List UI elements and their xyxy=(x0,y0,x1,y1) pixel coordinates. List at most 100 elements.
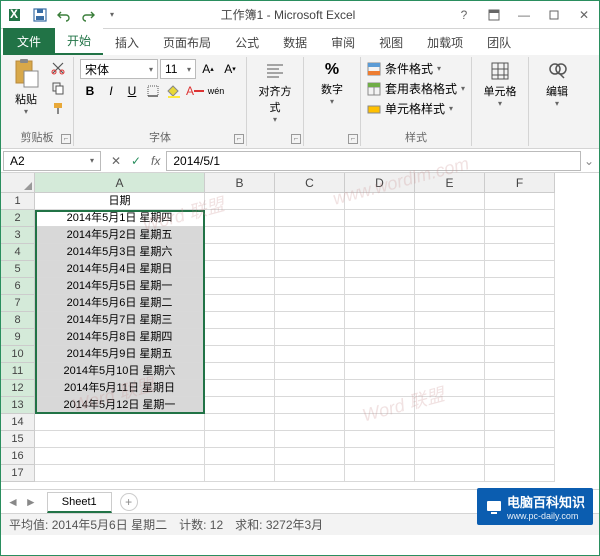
cell[interactable] xyxy=(345,380,415,397)
cell[interactable] xyxy=(345,414,415,431)
add-sheet-button[interactable]: + xyxy=(120,493,138,511)
excel-icon[interactable]: X xyxy=(5,4,27,26)
sheet-nav-next[interactable]: ► xyxy=(25,495,37,509)
col-header-d[interactable]: D xyxy=(345,173,415,193)
tab-insert[interactable]: 插入 xyxy=(103,30,151,55)
cell[interactable] xyxy=(415,397,485,414)
tab-team[interactable]: 团队 xyxy=(475,30,523,55)
row-header[interactable]: 14 xyxy=(1,414,35,431)
cell[interactable] xyxy=(345,295,415,312)
cell[interactable] xyxy=(345,448,415,465)
tab-pagelayout[interactable]: 页面布局 xyxy=(151,30,223,55)
cell[interactable] xyxy=(485,312,555,329)
cell[interactable] xyxy=(485,448,555,465)
conditional-format-button[interactable]: 条件格式▾ xyxy=(367,59,465,78)
cell[interactable] xyxy=(415,329,485,346)
cell[interactable] xyxy=(415,312,485,329)
cell[interactable] xyxy=(415,227,485,244)
undo-button[interactable] xyxy=(53,4,75,26)
col-header-e[interactable]: E xyxy=(415,173,485,193)
cell[interactable] xyxy=(485,261,555,278)
row-header[interactable]: 11 xyxy=(1,363,35,380)
row-header[interactable]: 16 xyxy=(1,448,35,465)
cell[interactable] xyxy=(485,210,555,227)
cell[interactable] xyxy=(485,380,555,397)
tab-home[interactable]: 开始 xyxy=(55,28,103,55)
cell[interactable]: 2014年5月5日 星期一 xyxy=(35,278,205,295)
sheet-nav-prev[interactable]: ◄ xyxy=(7,495,19,509)
row-header[interactable]: 10 xyxy=(1,346,35,363)
row-header[interactable]: 6 xyxy=(1,278,35,295)
cell[interactable] xyxy=(345,210,415,227)
cell[interactable] xyxy=(485,346,555,363)
cell[interactable]: 2014年5月3日 星期六 xyxy=(35,244,205,261)
cell[interactable] xyxy=(275,465,345,482)
cell[interactable]: 2014年5月10日 星期六 xyxy=(35,363,205,380)
cell[interactable]: 2014年5月11日 星期日 xyxy=(35,380,205,397)
cell[interactable] xyxy=(205,363,275,380)
col-header-c[interactable]: C xyxy=(275,173,345,193)
cell-styles-button[interactable]: 单元格样式▾ xyxy=(367,99,465,118)
sheet-tab-1[interactable]: Sheet1 xyxy=(47,492,112,513)
cell[interactable] xyxy=(485,363,555,380)
expand-formula-button[interactable]: ⌄ xyxy=(581,154,597,168)
cell[interactable] xyxy=(415,210,485,227)
row-header[interactable]: 12 xyxy=(1,380,35,397)
col-header-b[interactable]: B xyxy=(205,173,275,193)
help-button[interactable]: ? xyxy=(449,4,479,26)
cell[interactable]: 2014年5月6日 星期二 xyxy=(35,295,205,312)
cell[interactable]: 2014年5月7日 星期三 xyxy=(35,312,205,329)
cell[interactable]: 2014年5月4日 星期日 xyxy=(35,261,205,278)
cell[interactable] xyxy=(275,193,345,210)
cell[interactable] xyxy=(205,227,275,244)
border-button[interactable] xyxy=(143,81,163,101)
row-header[interactable]: 3 xyxy=(1,227,35,244)
spreadsheet-grid[interactable]: A B C D E F 1日期22014年5月1日 星期四32014年5月2日 … xyxy=(1,173,599,489)
fx-icon[interactable]: fx xyxy=(151,154,160,168)
qat-customize[interactable]: ▾ xyxy=(101,4,123,26)
cell[interactable] xyxy=(485,193,555,210)
cell[interactable] xyxy=(205,431,275,448)
cell[interactable] xyxy=(275,414,345,431)
cell[interactable]: 2014年5月8日 星期四 xyxy=(35,329,205,346)
maximize-button[interactable] xyxy=(539,4,569,26)
format-as-table-button[interactable]: 套用表格格式▾ xyxy=(367,79,465,98)
row-header[interactable]: 17 xyxy=(1,465,35,482)
row-header[interactable]: 15 xyxy=(1,431,35,448)
cell[interactable] xyxy=(205,329,275,346)
cell[interactable] xyxy=(415,346,485,363)
enter-formula-button[interactable]: ✓ xyxy=(127,152,145,170)
cell[interactable] xyxy=(345,261,415,278)
tab-review[interactable]: 审阅 xyxy=(319,30,367,55)
increase-font-button[interactable]: A▴ xyxy=(198,59,218,79)
bold-button[interactable]: B xyxy=(80,81,100,101)
cell[interactable] xyxy=(205,193,275,210)
cell[interactable] xyxy=(205,346,275,363)
cut-button[interactable] xyxy=(49,59,67,77)
col-header-a[interactable]: A xyxy=(35,173,205,193)
cell[interactable] xyxy=(275,295,345,312)
cell[interactable] xyxy=(275,397,345,414)
cell[interactable] xyxy=(415,363,485,380)
cell[interactable] xyxy=(205,312,275,329)
cell[interactable] xyxy=(205,380,275,397)
close-button[interactable]: ✕ xyxy=(569,4,599,26)
row-header[interactable]: 8 xyxy=(1,312,35,329)
row-header[interactable]: 9 xyxy=(1,329,35,346)
cell[interactable] xyxy=(415,278,485,295)
cell[interactable]: 2014年5月12日 星期一 xyxy=(35,397,205,414)
alignment-button[interactable]: 对齐方式▾ xyxy=(253,59,297,126)
cell[interactable] xyxy=(345,193,415,210)
cell[interactable] xyxy=(275,363,345,380)
cell[interactable] xyxy=(345,363,415,380)
font-dialog-icon[interactable]: ⌐ xyxy=(234,134,244,144)
cell[interactable]: 2014年5月1日 星期四 xyxy=(35,210,205,227)
cell[interactable] xyxy=(205,244,275,261)
cell[interactable] xyxy=(205,414,275,431)
paste-button[interactable]: 粘贴 ▾ xyxy=(7,59,45,116)
cell[interactable] xyxy=(485,414,555,431)
clipboard-dialog-icon[interactable]: ⌐ xyxy=(61,134,71,144)
cell[interactable] xyxy=(205,465,275,482)
minimize-button[interactable]: — xyxy=(509,4,539,26)
cell[interactable] xyxy=(485,431,555,448)
